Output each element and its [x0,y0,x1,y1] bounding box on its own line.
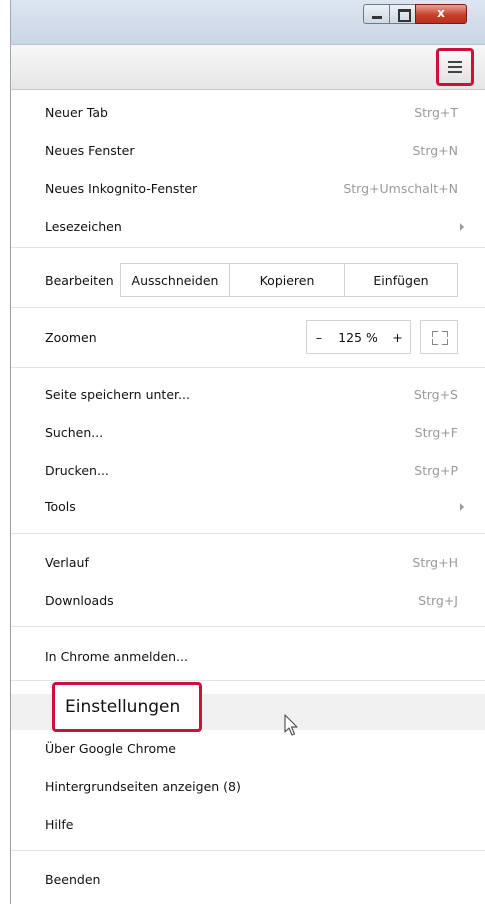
shortcut-find: Strg+F [414,425,458,440]
menu-item-help[interactable]: Hilfe [45,817,73,832]
menu-item-print[interactable]: Drucken... [45,463,109,478]
shortcut-history: Strg+H [412,555,458,570]
shortcut-new-tab: Strg+T [414,105,458,120]
menu-separator [11,367,485,368]
maximize-icon [398,9,411,22]
zoom-out-button[interactable]: – [307,321,331,353]
window-titlebar: x [10,0,485,44]
menu-separator [11,307,485,308]
close-icon: x [437,6,445,20]
menu-separator [11,850,485,851]
menu-separator [11,247,485,248]
minimize-button[interactable] [363,4,390,24]
minimize-icon [372,16,382,19]
menu-separator [11,680,485,681]
fullscreen-button[interactable] [420,320,458,354]
menu-item-save-page[interactable]: Seite speichern unter... [45,387,190,402]
zoom-controls: – 125 % + [306,320,411,354]
menu-item-new-window[interactable]: Neues Fenster [45,143,135,158]
menu-item-about[interactable]: Über Google Chrome [45,741,176,756]
menu-item-sign-in[interactable]: In Chrome anmelden... [45,649,188,664]
shortcut-save-page: Strg+S [413,387,458,402]
copy-button[interactable]: Kopieren [229,264,344,296]
chrome-menu-button[interactable] [436,48,474,86]
mouse-pointer-icon [284,714,298,736]
maximize-button[interactable] [389,4,416,24]
browser-toolbar [10,44,485,90]
menu-label-edit: Bearbeiten [45,273,114,288]
menu-item-downloads[interactable]: Downloads [45,593,114,608]
shortcut-downloads: Strg+J [418,593,458,608]
menu-item-exit[interactable]: Beenden [45,872,100,887]
menu-separator [11,533,485,534]
shortcut-incognito: Strg+Umschalt+N [343,181,458,196]
edit-button-group: Ausschneiden Kopieren Einfügen [120,263,458,297]
menu-item-find[interactable]: Suchen... [45,425,103,440]
menu-item-background-pages[interactable]: Hintergrundseiten anzeigen (8) [45,779,241,794]
paste-button[interactable]: Einfügen [344,264,457,296]
menu-item-history[interactable]: Verlauf [45,555,89,570]
shortcut-print: Strg+P [414,463,458,478]
menu-item-settings[interactable]: Einstellungen [52,682,202,732]
zoom-level: 125 % [338,329,378,345]
submenu-arrow-icon [460,503,464,511]
menu-item-incognito[interactable]: Neues Inkognito-Fenster [45,181,197,196]
menu-item-bookmarks[interactable]: Lesezeichen [45,219,122,234]
close-button[interactable]: x [415,4,467,24]
zoom-in-button[interactable]: + [385,321,410,353]
fullscreen-icon [421,321,448,345]
menu-label-zoom: Zoomen [45,330,97,345]
submenu-arrow-icon [460,223,464,231]
shortcut-new-window: Strg+N [412,143,458,158]
cut-button[interactable]: Ausschneiden [121,264,229,296]
menu-separator [11,626,485,627]
menu-item-new-tab[interactable]: Neuer Tab [45,105,108,120]
menu-item-tools[interactable]: Tools [45,499,76,514]
